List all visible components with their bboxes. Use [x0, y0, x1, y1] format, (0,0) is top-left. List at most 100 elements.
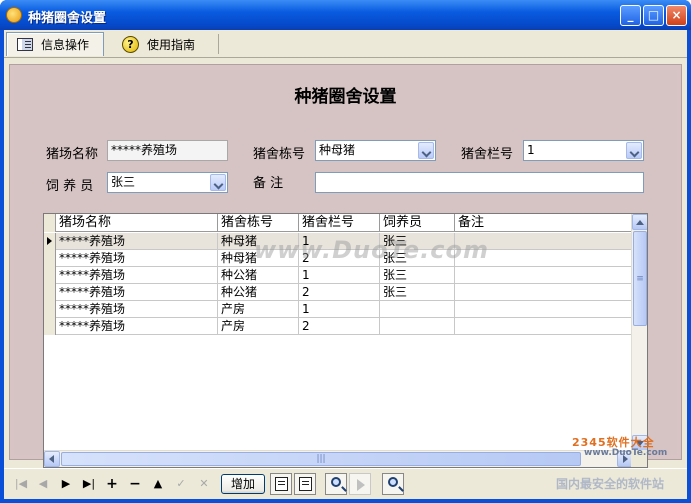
current-row-icon — [47, 237, 52, 245]
app-window: 种猪圈舍设置 _ □ × 信息操作 ? 使用指南 种猪圈舍设置 猪场名称 ***… — [0, 0, 691, 503]
cell[interactable]: 1 — [299, 267, 380, 284]
row-selector[interactable] — [44, 250, 56, 267]
column-header[interactable]: 备注 — [455, 214, 634, 232]
next-record-icon[interactable]: ▶ — [59, 477, 73, 491]
pen-label: 猪舍栏号 — [461, 147, 514, 162]
cell[interactable]: *****养殖场 — [56, 301, 218, 318]
search-button[interactable] — [382, 473, 404, 495]
column-header[interactable]: 猪舍栋号 — [218, 214, 299, 232]
add-button[interactable]: 增加 — [221, 474, 265, 494]
column-header[interactable]: 饲养员 — [380, 214, 455, 232]
edit-record-icon[interactable]: ▲ — [151, 477, 165, 491]
table-row[interactable]: *****养殖场 产房 1 — [44, 301, 634, 318]
grid-header: 猪场名称 猪舍栋号 猪舍栏号 饲养员 备注 — [44, 214, 634, 232]
table-row[interactable]: *****养殖场 种公猪 1 张三 — [44, 267, 634, 284]
first-record-icon[interactable]: |◀ — [14, 477, 28, 491]
vertical-scrollbar[interactable]: ≡ — [631, 214, 647, 451]
cell[interactable]: 2 — [299, 318, 380, 335]
scroll-thumb[interactable]: ||| — [61, 452, 581, 466]
cell[interactable]: 种公猪 — [218, 267, 299, 284]
cell[interactable]: *****养殖场 — [56, 284, 218, 301]
form-title: 种猪圈舍设置 — [294, 87, 397, 107]
cell[interactable]: 产房 — [218, 301, 299, 318]
cell[interactable] — [380, 318, 455, 335]
farm-name-label: 猪场名称 — [46, 147, 99, 162]
close-button[interactable]: × — [666, 5, 687, 26]
cell[interactable] — [455, 318, 634, 335]
keeper-select[interactable]: 张三 — [107, 172, 228, 193]
building-select[interactable]: 种母猪 — [315, 140, 436, 161]
row-selector[interactable] — [44, 301, 56, 318]
client-area: 信息操作 ? 使用指南 种猪圈舍设置 猪场名称 *****养殖场 猪舍栋号 种母… — [4, 30, 687, 499]
farm-name-field[interactable]: *****养殖场 — [107, 140, 228, 161]
data-grid[interactable]: 猪场名称 猪舍栋号 猪舍栏号 饲养员 备注 *****养殖场 种母猪 1 张三 … — [43, 213, 648, 468]
remark-input[interactable] — [315, 172, 644, 193]
row-selector[interactable] — [44, 318, 56, 335]
cell[interactable]: *****养殖场 — [56, 233, 218, 250]
insert-record-icon[interactable]: + — [105, 477, 119, 491]
maximize-button[interactable]: □ — [643, 5, 664, 26]
pen-value: 1 — [527, 143, 535, 157]
pen-select[interactable]: 1 — [523, 140, 644, 161]
cell[interactable] — [455, 267, 634, 284]
search-icon — [388, 477, 398, 487]
tab-label: 信息操作 — [41, 38, 90, 52]
cell[interactable]: 2 — [299, 284, 380, 301]
cell[interactable] — [455, 301, 634, 318]
cell[interactable]: 产房 — [218, 318, 299, 335]
play-button[interactable] — [349, 473, 371, 495]
cell[interactable] — [380, 301, 455, 318]
table-row[interactable]: *****养殖场 种公猪 2 张三 — [44, 284, 634, 301]
column-header[interactable]: 猪场名称 — [56, 214, 218, 232]
cell[interactable]: 张三 — [380, 267, 455, 284]
printer-icon — [275, 477, 288, 491]
tab-label: 使用指南 — [147, 37, 196, 52]
tab-divider — [218, 34, 219, 54]
keeper-label: 饲 养 员 — [46, 179, 94, 194]
scroll-left-button[interactable] — [44, 451, 60, 467]
app-icon — [6, 7, 22, 23]
prior-record-icon[interactable]: ◀ — [36, 477, 50, 491]
print-button[interactable] — [270, 473, 292, 495]
help-icon: ? — [122, 35, 139, 53]
navigator-toolbar: |◀ ◀ ▶ ▶| + − ▲ ✓ ✕ 增加 国内最安全的软件站 — [4, 468, 687, 499]
tab-bar: 信息操作 ? 使用指南 — [4, 30, 687, 58]
cell[interactable]: *****养殖场 — [56, 318, 218, 335]
post-edit-icon[interactable]: ✓ — [174, 477, 188, 491]
building-value: 种母猪 — [319, 143, 356, 157]
row-selector[interactable] — [44, 233, 56, 250]
window-title: 种猪圈舍设置 — [28, 11, 107, 26]
site-slogan: 国内最安全的软件站 — [556, 477, 665, 491]
chevron-down-icon[interactable] — [210, 174, 226, 191]
header-corner — [44, 214, 56, 232]
tab-user-guide[interactable]: ? 使用指南 — [112, 32, 220, 56]
print-setup-button[interactable] — [294, 473, 316, 495]
row-selector[interactable] — [44, 267, 56, 284]
chevron-down-icon[interactable] — [418, 142, 434, 159]
scroll-up-button[interactable] — [632, 214, 647, 230]
cell[interactable]: *****养殖场 — [56, 267, 218, 284]
site-url: www.DuoTe.com — [584, 448, 668, 458]
title-bar: 种猪圈舍设置 _ □ × — [0, 0, 691, 30]
cell[interactable]: *****养殖场 — [56, 250, 218, 267]
last-record-icon[interactable]: ▶| — [82, 477, 96, 491]
chevron-down-icon[interactable] — [626, 142, 642, 159]
play-icon — [357, 479, 365, 491]
minimize-button[interactable]: _ — [620, 5, 641, 26]
horizontal-scrollbar[interactable]: ||| — [44, 450, 633, 467]
cell[interactable] — [455, 284, 634, 301]
cell[interactable]: 种公猪 — [218, 284, 299, 301]
preview-button[interactable] — [325, 473, 347, 495]
table-row[interactable]: *****养殖场 产房 2 — [44, 318, 634, 335]
cell[interactable]: 张三 — [380, 284, 455, 301]
cancel-edit-icon[interactable]: ✕ — [197, 477, 211, 491]
column-header[interactable]: 猪舍栏号 — [299, 214, 380, 232]
magnifier-icon — [331, 477, 341, 487]
keeper-value: 张三 — [111, 175, 136, 189]
delete-record-icon[interactable]: − — [128, 477, 142, 491]
scroll-thumb[interactable]: ≡ — [633, 231, 647, 326]
cell[interactable]: 1 — [299, 301, 380, 318]
row-selector[interactable] — [44, 284, 56, 301]
tab-info-operation[interactable]: 信息操作 — [6, 32, 104, 56]
duote-watermark: www.DuoTe.com — [254, 236, 489, 264]
